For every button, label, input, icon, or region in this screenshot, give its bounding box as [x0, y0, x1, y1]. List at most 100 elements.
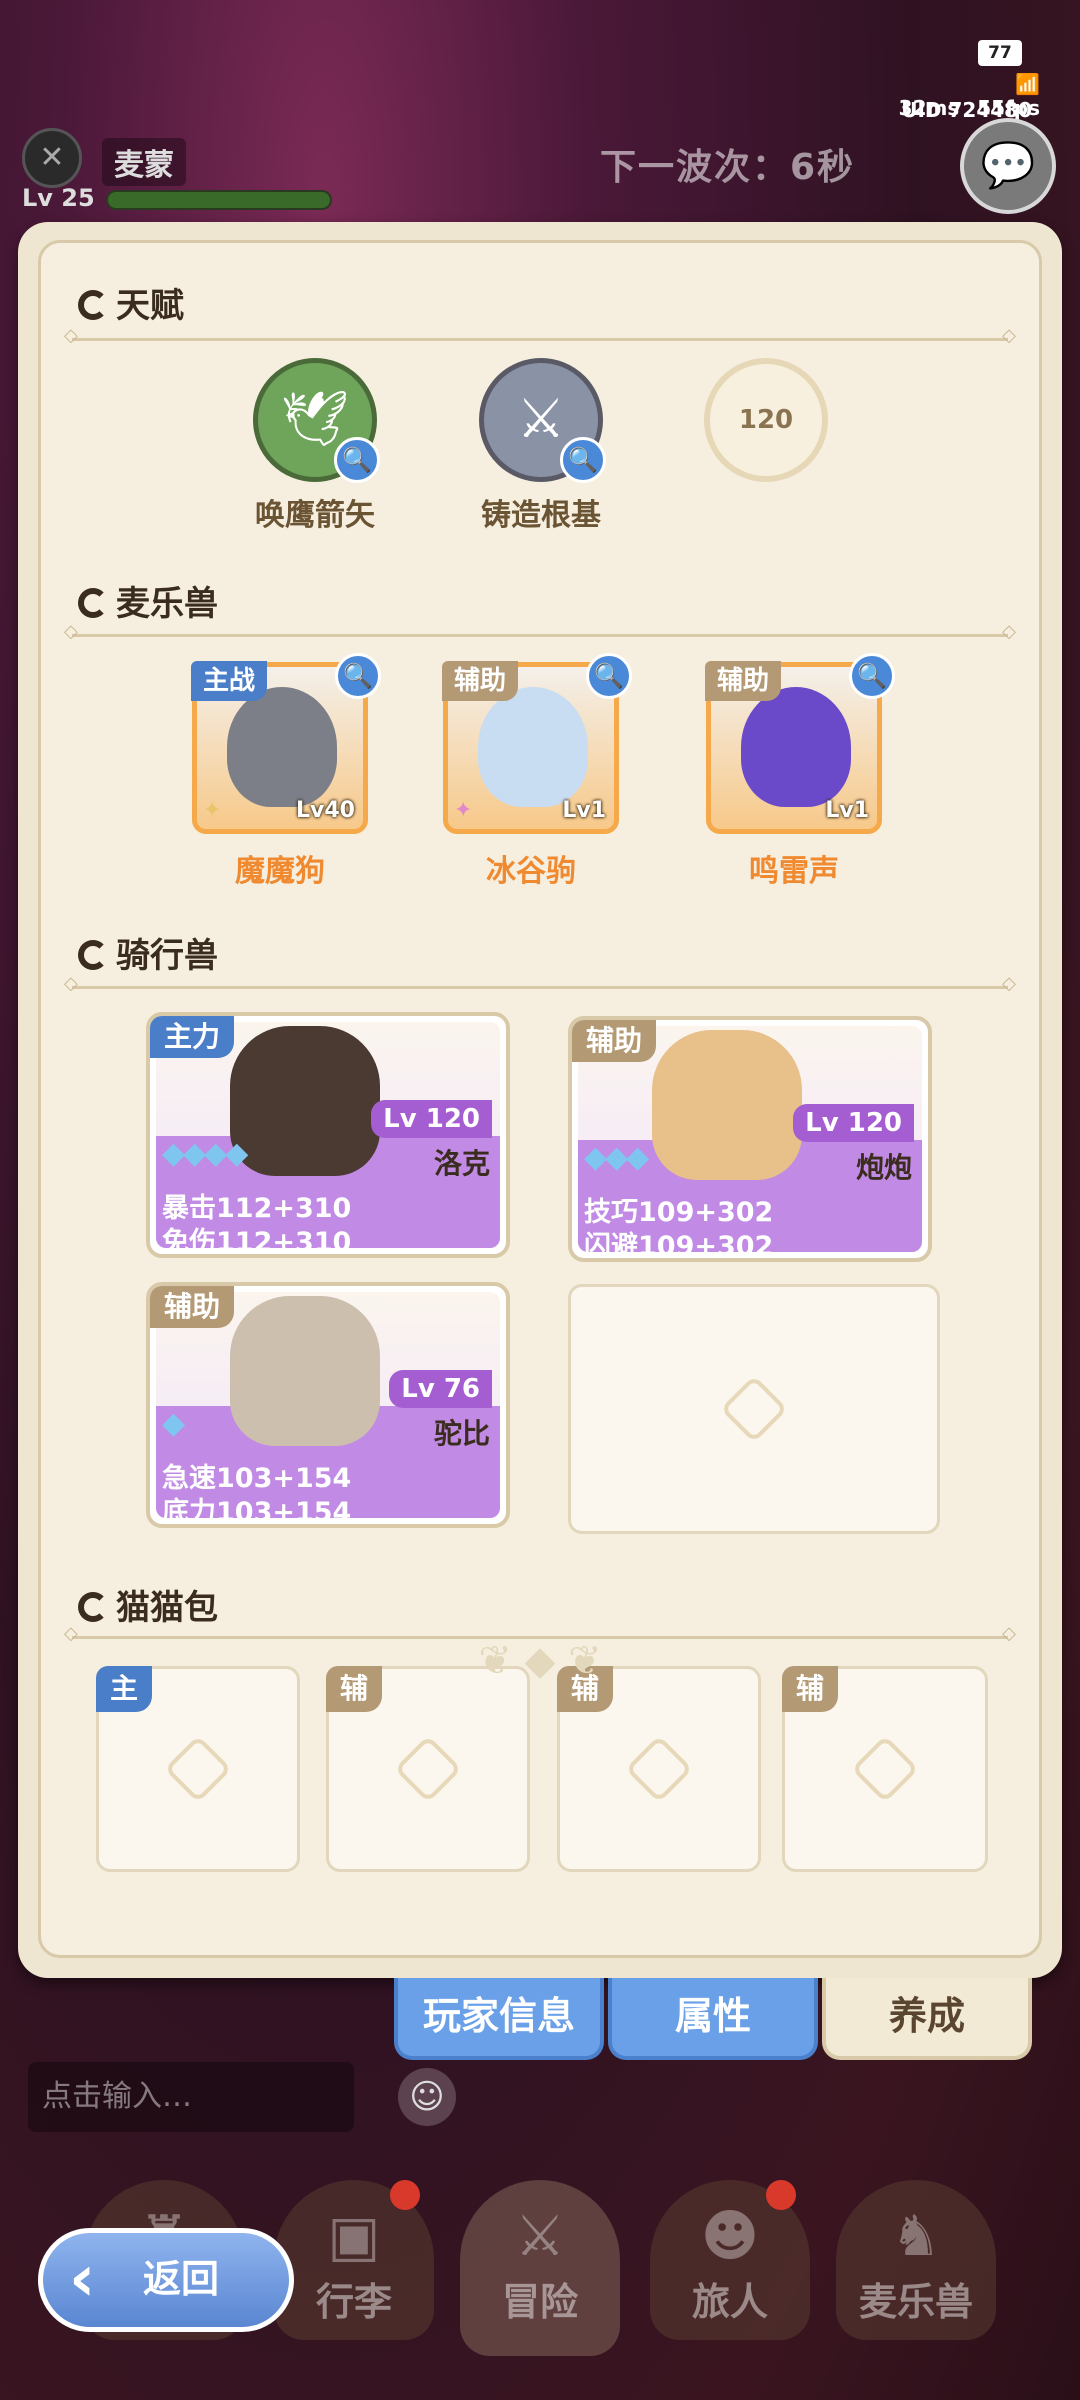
- role-tag: 主力: [150, 1016, 235, 1058]
- section-title-pets: 麦乐兽: [78, 576, 218, 625]
- wizard-pet-icon: [741, 687, 851, 807]
- pet-name: 魔魔狗: [235, 854, 325, 889]
- talent-name: 唤鹰箭矢: [255, 498, 375, 533]
- status-bar: 77 📶32ms 55fps UID 724480: [840, 40, 1040, 122]
- cat-icon: ♞: [890, 2204, 942, 2269]
- mount-slot-main[interactable]: 主力 Lv 120 洛克 ◆◆◆◆ 暴击112+310 免伤112+310: [146, 1012, 510, 1258]
- star-rating: ◆: [162, 1406, 185, 1441]
- battery-indicator: 77: [978, 40, 1022, 66]
- role-tag: 辅助: [442, 661, 519, 701]
- talent-slot-locked[interactable]: 120: [696, 358, 836, 482]
- mount-name: 炮炮: [855, 1151, 912, 1184]
- role-tag: 辅: [782, 1666, 838, 1712]
- nav-pets[interactable]: ♞ 麦乐兽: [836, 2180, 996, 2340]
- section-title-mounts: 骑行兽: [78, 928, 218, 977]
- mount-name: 洛克: [433, 1147, 490, 1180]
- empty-slot-icon: [625, 1735, 693, 1803]
- empty-slot-icon: [720, 1375, 788, 1443]
- nav-bag[interactable]: ▣ 行李: [274, 2180, 434, 2340]
- divider: [64, 621, 1016, 642]
- character-icon: ☻: [700, 2204, 760, 2269]
- health-bar: [106, 190, 332, 210]
- empty-slot-icon: [851, 1735, 919, 1803]
- pet-slot-support-1[interactable]: 辅助 ✦ Lv1 🔍 冰谷驹: [442, 653, 632, 890]
- pet-slot-main[interactable]: 主战 ✦ Lv40 🔍 魔魔狗: [191, 653, 381, 890]
- empty-slot-icon: [164, 1735, 232, 1803]
- moon-icon: [78, 588, 108, 618]
- back-button[interactable]: ‹ 返回: [38, 2228, 294, 2332]
- magnifier-icon[interactable]: 🔍: [334, 437, 380, 483]
- role-tag: 主: [96, 1666, 152, 1712]
- alpaca-mount-icon: [230, 1296, 380, 1446]
- crossed-swords-icon: ⚔: [514, 2204, 566, 2269]
- talent-name: 铸造根基: [481, 498, 601, 533]
- nav-traveler[interactable]: ☻ 旅人: [650, 2180, 810, 2340]
- role-tag: 辅助: [572, 1020, 657, 1062]
- notification-dot: [766, 2180, 796, 2210]
- player-info[interactable]: ✕ 麦蒙 Lv 25: [22, 128, 362, 218]
- moon-icon: [78, 290, 108, 320]
- role-tag: 主战: [191, 661, 268, 701]
- nav-adventure[interactable]: ⚔ 冒险: [460, 2180, 620, 2356]
- chat-button[interactable]: 💬: [960, 118, 1056, 214]
- dragon-pet-icon: [227, 687, 337, 807]
- magnifier-icon[interactable]: 🔍: [560, 437, 606, 483]
- role-tag: 辅助: [150, 1286, 235, 1328]
- section-title-cat-bag: 猫猫包: [78, 1580, 218, 1629]
- eagle-icon: 🕊 🔍: [253, 358, 380, 483]
- tab-attributes[interactable]: 属性: [608, 1978, 818, 2060]
- star-rating: ◆◆◆◆: [162, 1136, 248, 1171]
- player-level: Lv 25: [22, 184, 95, 212]
- star-rating: ◆◆◆: [584, 1140, 649, 1175]
- mount-name: 驼比: [433, 1417, 490, 1450]
- chest-icon: ▣: [327, 2204, 381, 2269]
- rock-mount-icon: [230, 1026, 380, 1176]
- magnifier-icon[interactable]: 🔍: [849, 653, 895, 699]
- mount-slot-support-1[interactable]: 辅助 Lv 120 炮炮 ◆◆◆ 技巧109+302 闪避109+302: [568, 1016, 932, 1262]
- cat-crest-icon: ❦ ◆ ❦: [478, 1638, 602, 1684]
- wave-countdown: 下一波次：6秒: [600, 147, 856, 188]
- magnifier-icon[interactable]: 🔍: [586, 653, 632, 699]
- talent-slot-1[interactable]: 🕊 🔍 唤鹰箭矢: [245, 358, 385, 534]
- pet-level: Lv1: [562, 798, 606, 823]
- locked-talent-badge: 120: [704, 358, 828, 482]
- bird-mount-icon: [652, 1030, 802, 1180]
- class-emblem-icon: ✕: [22, 128, 82, 188]
- sword-icon: ⚔ 🔍: [479, 358, 606, 483]
- tab-player-info[interactable]: 玩家信息: [394, 1978, 604, 2060]
- cat-slot-support[interactable]: 辅: [782, 1666, 988, 1872]
- tab-cultivate[interactable]: 养成: [822, 1978, 1032, 2060]
- role-tag: 辅: [326, 1666, 382, 1712]
- pet-name: 鸣雷声: [749, 854, 839, 889]
- section-title-talent: 天赋: [78, 278, 184, 327]
- pet-name: 冰谷驹: [486, 854, 576, 889]
- talent-slot-2[interactable]: ⚔ 🔍 铸造根基: [471, 358, 611, 534]
- star-icon: ✦: [454, 798, 473, 823]
- ice-horse-pet-icon: [478, 687, 588, 807]
- chat-bubble-icon: 💬: [980, 140, 1036, 191]
- moon-icon: [78, 1592, 108, 1622]
- mount-level: Lv 120: [793, 1104, 914, 1142]
- role-tag: 辅助: [705, 661, 782, 701]
- star-icon: ✦: [203, 798, 222, 823]
- chat-input[interactable]: 点击输入…: [28, 2062, 354, 2132]
- wifi-icon: 📶: [1015, 72, 1040, 96]
- divider: [64, 325, 1016, 346]
- notification-dot: [390, 2180, 420, 2210]
- mount-level: Lv 76: [389, 1370, 492, 1408]
- cat-slot-main[interactable]: 主: [96, 1666, 300, 1872]
- mount-level: Lv 120: [371, 1100, 492, 1138]
- mount-stat: 免伤112+310: [162, 1227, 352, 1258]
- moon-icon: [78, 940, 108, 970]
- emoji-icon[interactable]: ☺: [398, 2068, 456, 2126]
- mount-stat: 闪避109+302: [584, 1231, 774, 1262]
- player-name: 麦蒙: [102, 138, 186, 186]
- magnifier-icon[interactable]: 🔍: [335, 653, 381, 699]
- divider: [64, 973, 1016, 994]
- pet-slot-support-2[interactable]: 辅助 Lv1 🔍 鸣雷声: [705, 653, 895, 890]
- mount-slot-empty[interactable]: [568, 1284, 940, 1534]
- pet-level: Lv40: [296, 798, 355, 823]
- mount-stat: 底力103+154: [162, 1497, 352, 1528]
- mount-slot-support-2[interactable]: 辅助 Lv 76 驼比 ◆ 急速103+154 底力103+154: [146, 1282, 510, 1528]
- back-arrow-icon: ‹: [69, 2242, 96, 2316]
